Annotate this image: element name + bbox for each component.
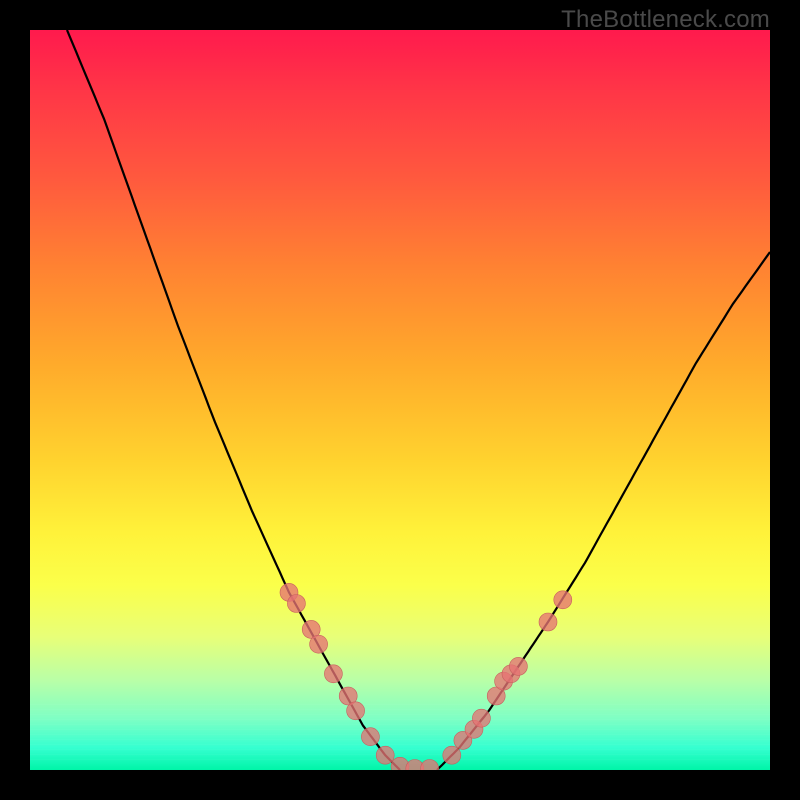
chart-frame: TheBottleneck.com	[0, 0, 800, 800]
data-marker	[509, 657, 527, 675]
right-curve-path	[437, 252, 770, 770]
data-marker	[554, 591, 572, 609]
markers-group	[280, 583, 572, 770]
data-marker	[310, 635, 328, 653]
data-marker	[287, 595, 305, 613]
data-marker	[347, 702, 365, 720]
left-curve-path	[67, 30, 400, 770]
data-marker	[472, 709, 490, 727]
data-marker	[324, 665, 342, 683]
data-marker	[443, 746, 461, 764]
data-marker	[539, 613, 557, 631]
data-marker	[421, 760, 439, 771]
data-marker	[361, 728, 379, 746]
data-marker	[376, 746, 394, 764]
plot-area	[30, 30, 770, 770]
curve-svg	[30, 30, 770, 770]
